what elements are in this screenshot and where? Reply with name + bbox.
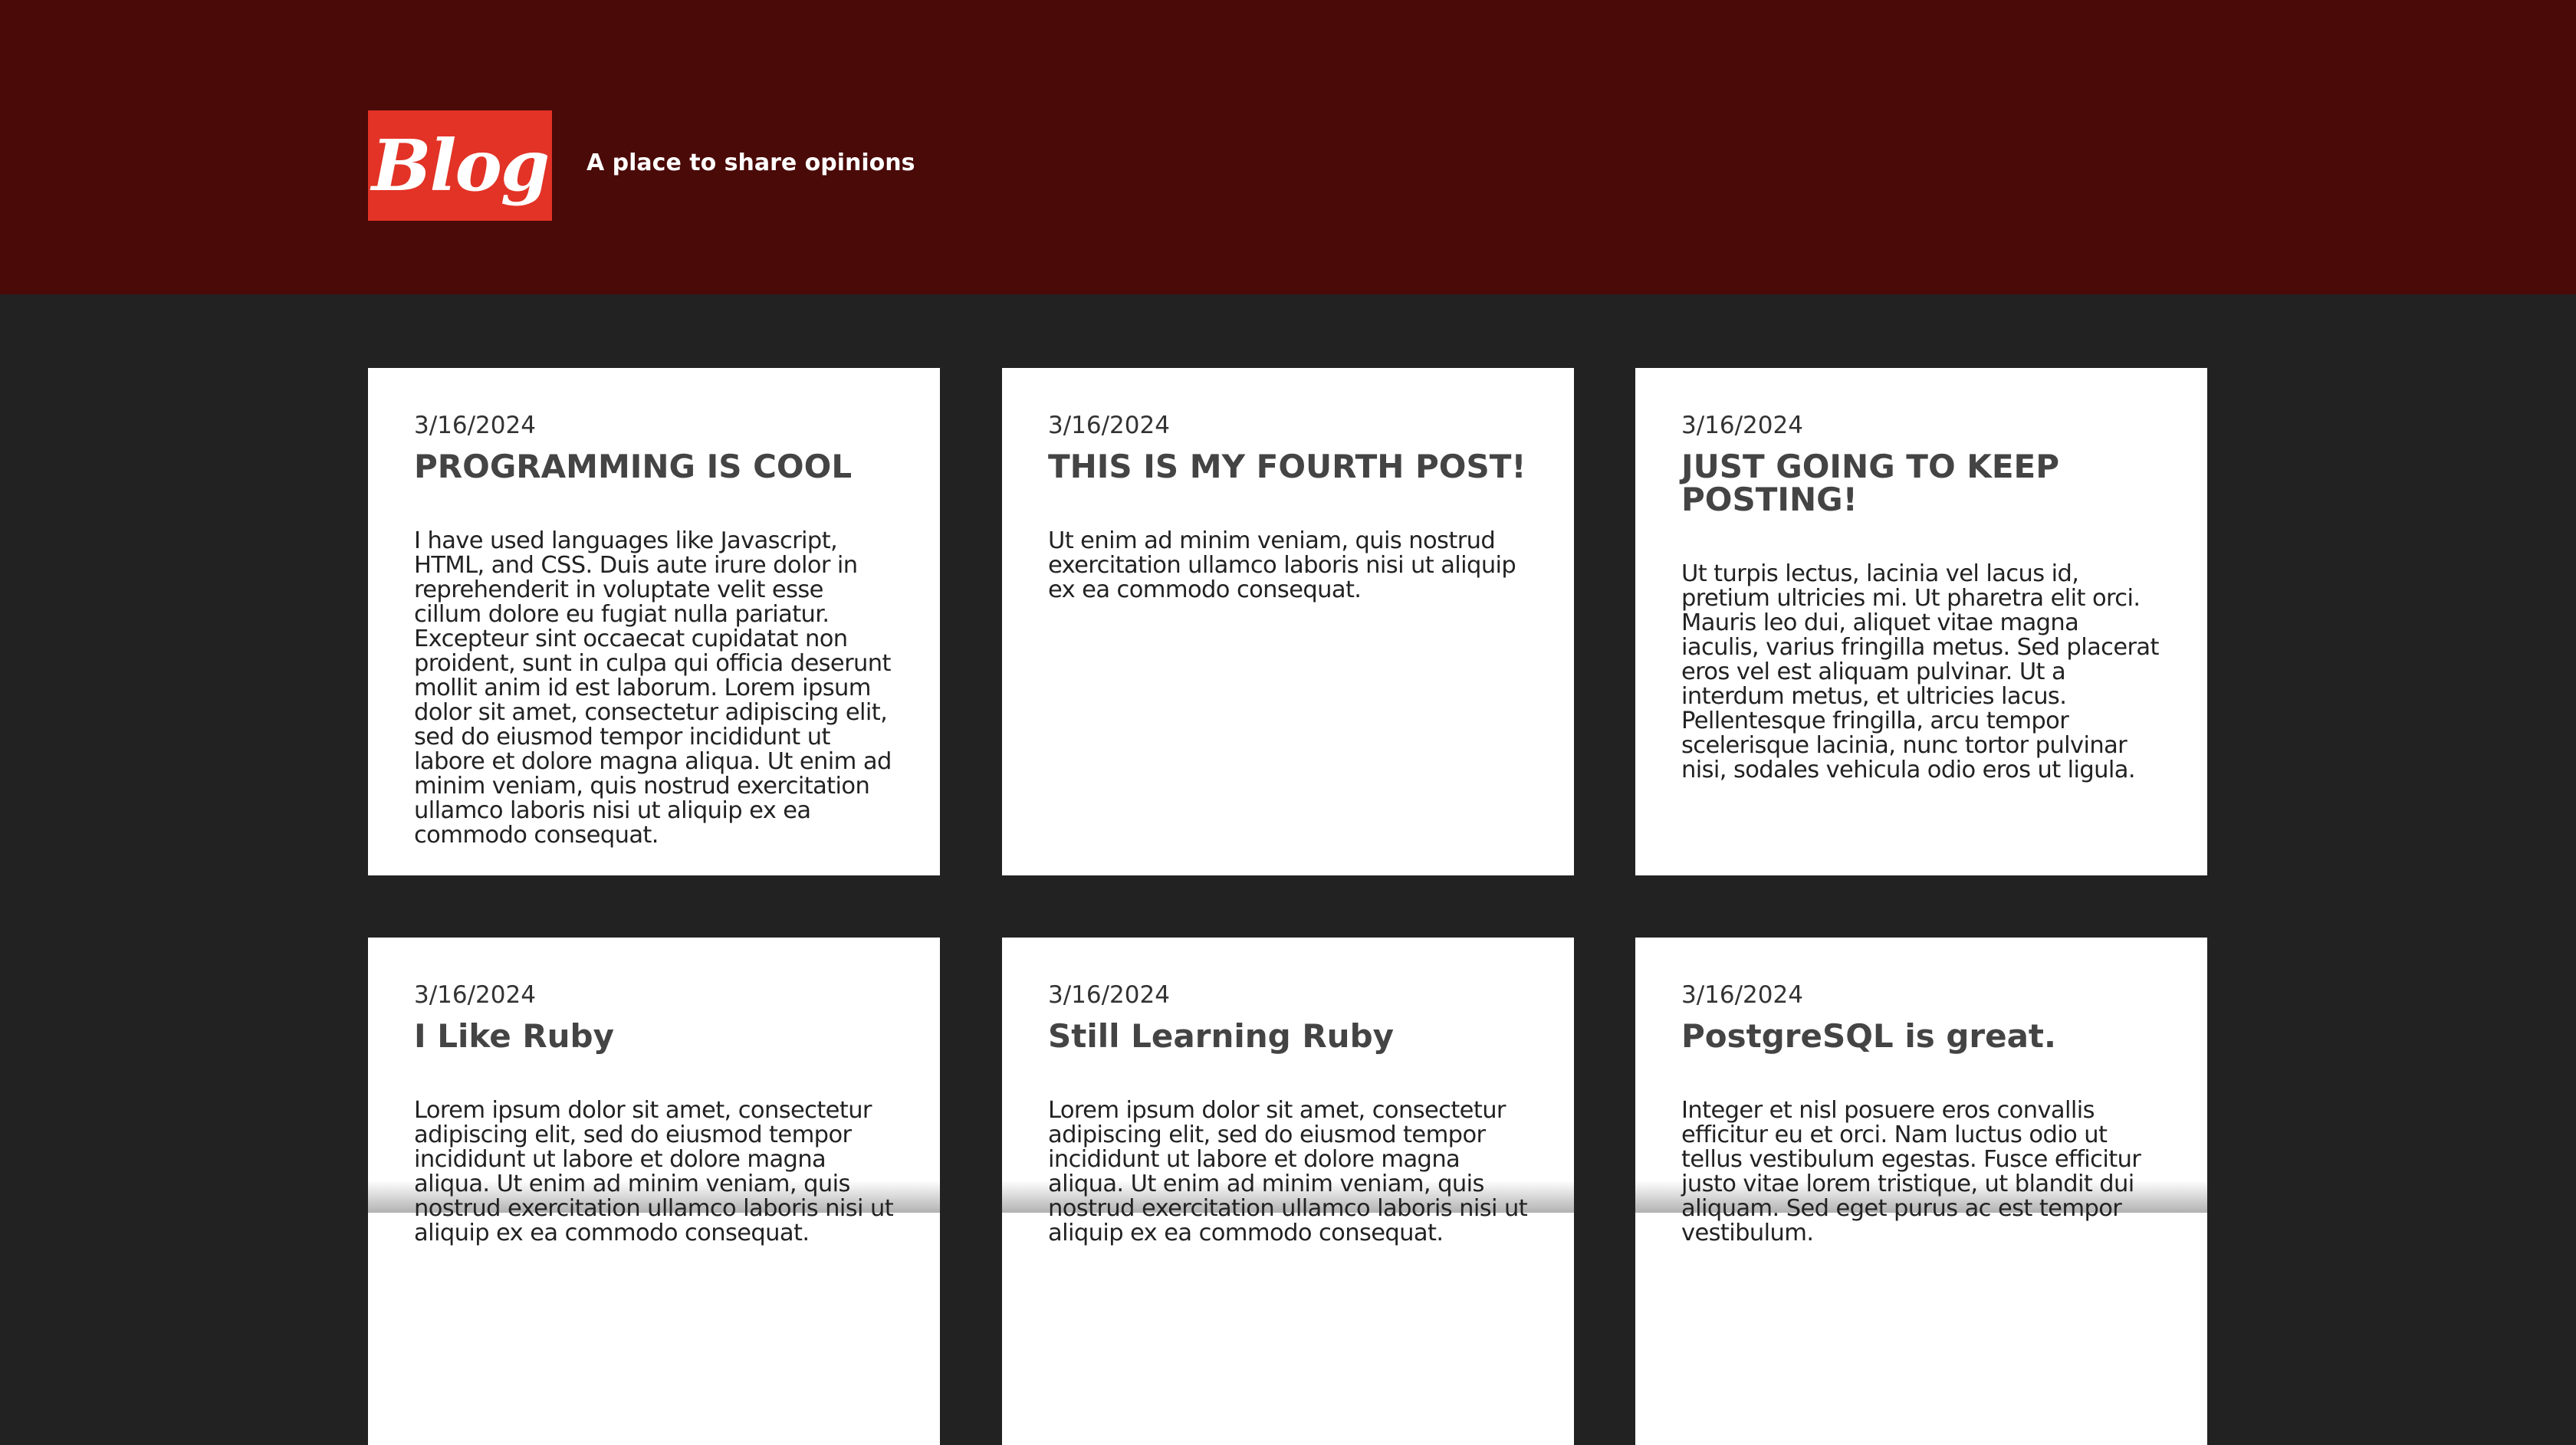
post-card[interactable]: 3/16/2024 THIS IS MY FOURTH POST! Ut eni… [1002,368,1574,875]
post-date: 3/16/2024 [1048,412,1170,439]
post-date: 3/16/2024 [1681,981,1803,1009]
post-title[interactable]: THIS IS MY FOURTH POST! [1048,450,1528,483]
post-body: Integer et nisl posuere eros convallis e… [1681,1097,2141,1246]
post-body: Lorem ipsum dolor sit amet, consectetur … [1048,1097,1528,1246]
post-date: 3/16/2024 [1048,981,1170,1009]
post-date: 3/16/2024 [414,412,536,439]
post-title[interactable]: PostgreSQL is great. [1681,1020,2161,1053]
post-title[interactable]: JUST GOING TO KEEP POSTING! [1681,450,2161,516]
post-title[interactable]: PROGRAMMING IS COOL [414,450,894,483]
post-title[interactable]: I Like Ruby [414,1020,894,1053]
post-card[interactable]: 3/16/2024 Still Learning Ruby Lorem ipsu… [1002,938,1574,1445]
post-body: Ut enim ad minim veniam, quis nostrud ex… [1048,527,1516,603]
post-body: I have used languages like Javascript, H… [414,527,892,849]
post-card[interactable]: 3/16/2024 JUST GOING TO KEEP POSTING! Ut… [1635,368,2207,875]
post-date: 3/16/2024 [1681,412,1803,439]
post-grid: 3/16/2024 PROGRAMMING IS COOL I have use… [0,0,2576,1445]
post-card[interactable]: 3/16/2024 PostgreSQL is great. Integer e… [1635,938,2207,1445]
post-body: Ut turpis lectus, lacinia vel lacus id, … [1681,560,2159,783]
post-title[interactable]: Still Learning Ruby [1048,1020,1528,1053]
post-date: 3/16/2024 [414,981,536,1009]
post-card[interactable]: 3/16/2024 PROGRAMMING IS COOL I have use… [368,368,940,875]
post-card[interactable]: 3/16/2024 I Like Ruby Lorem ipsum dolor … [368,938,940,1445]
post-body: Lorem ipsum dolor sit amet, consectetur … [414,1097,894,1246]
